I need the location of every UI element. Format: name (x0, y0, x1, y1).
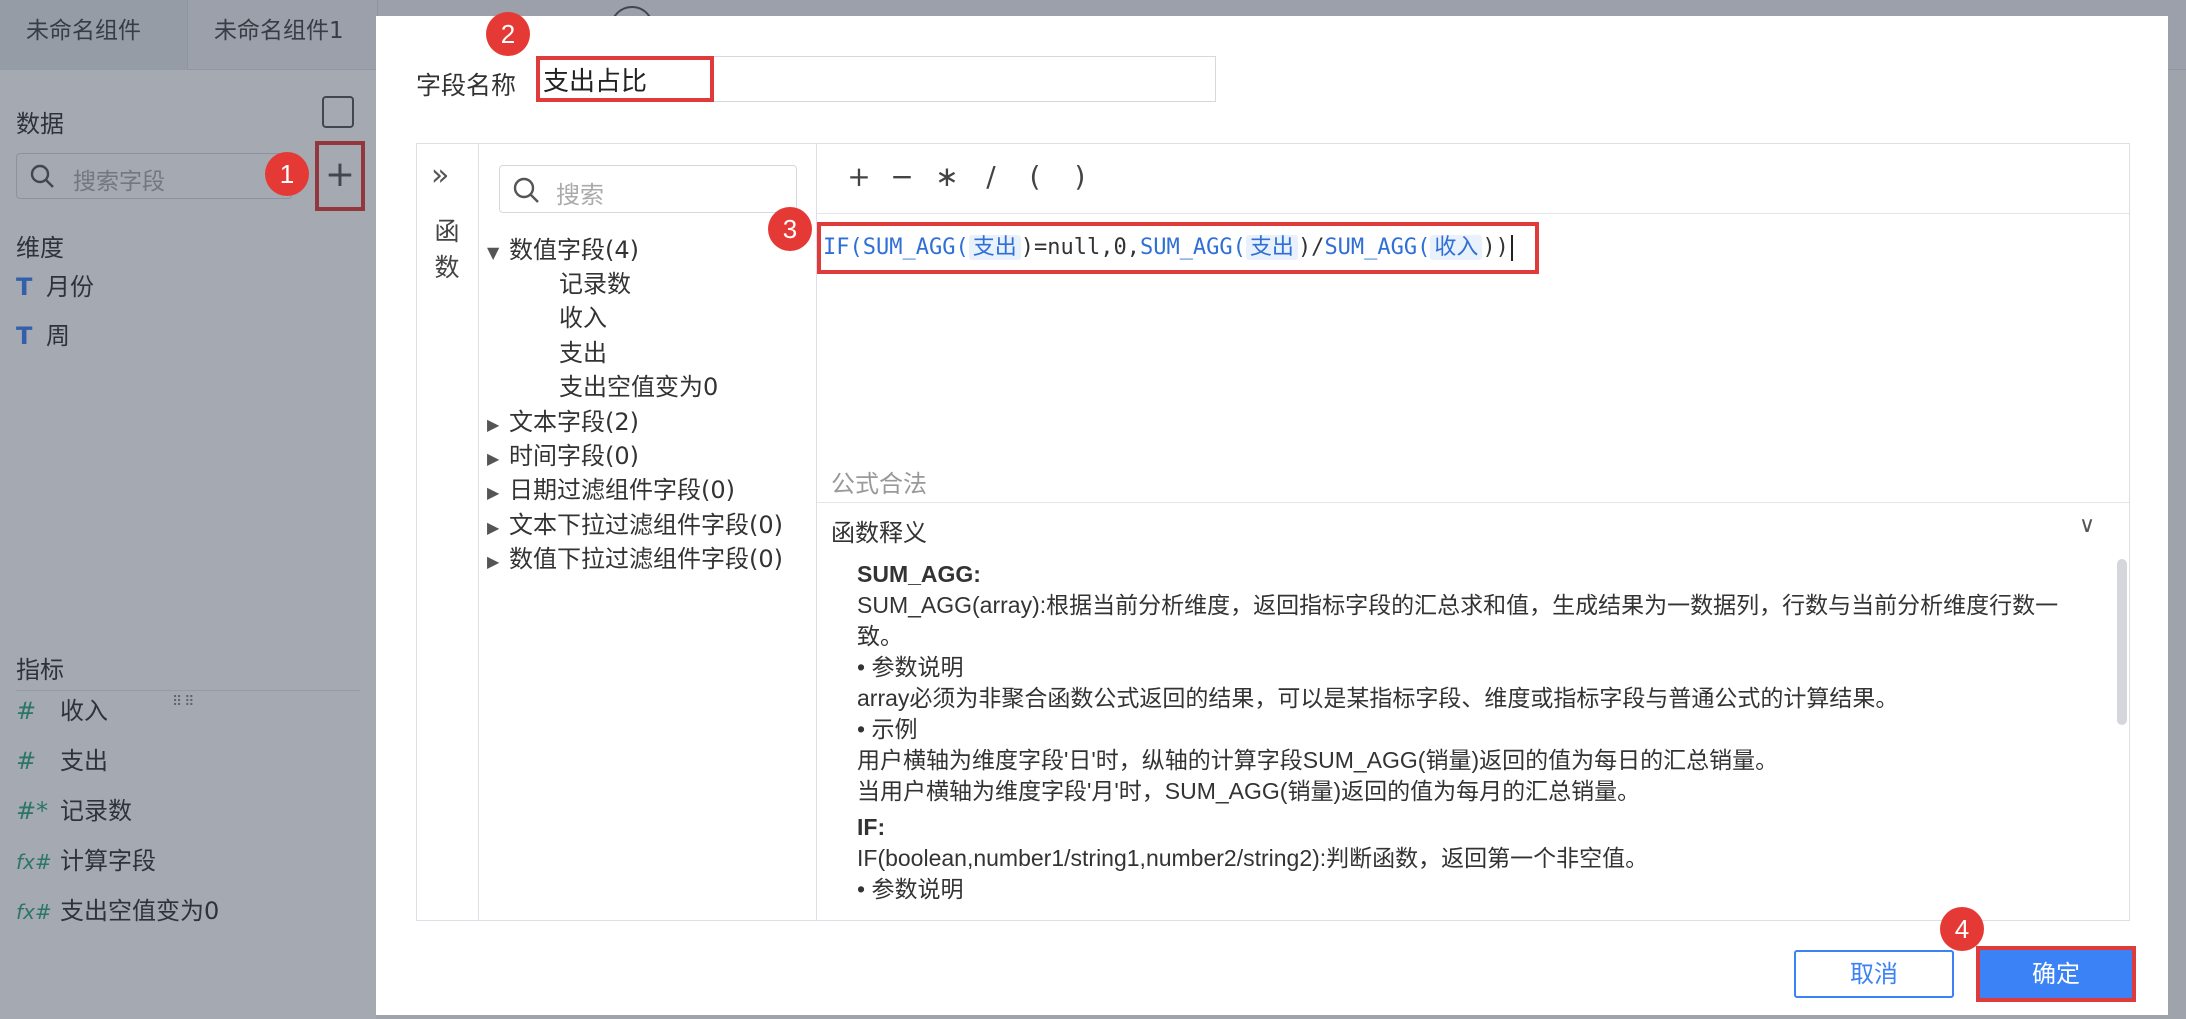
close-paren-button[interactable]: ) (1060, 160, 1100, 193)
function-explanation-panel: 函数释义 ∨ SUM_AGG: SUM_AGG(array):根据当前分析维度，… (817, 502, 2129, 920)
formula-code-area[interactable]: IF(SUM_AGG(支出)=null,0,SUM_AGG(支出)/SUM_AG… (817, 214, 2129, 482)
operator-toolbar: + − ∗ / ( ) (817, 144, 2129, 214)
group-label: 时间字段(0) (509, 442, 639, 470)
open-paren-button[interactable]: ( (1015, 160, 1055, 193)
formula-highlight (817, 222, 1539, 274)
search-icon (513, 177, 539, 203)
group-label: 日期过滤组件字段(0) (509, 476, 735, 504)
group-numeric-fields[interactable]: ▼ 数值字段(4) (487, 232, 639, 268)
cancel-button[interactable]: 取消 (1794, 950, 1954, 998)
example-text: 当用户横轴为维度字段'月'时，SUM_AGG(销量)返回的值为每月的汇总销量。 (857, 778, 1641, 804)
param-heading: • 参数说明 (857, 654, 964, 680)
formula-editor: » 函数 搜索 ▼ 数值字段(4) 记录数 收入 支出 支出空值变为0 ▶ 文本字段… (416, 143, 2130, 921)
formula-validation-message: 公式合法 (831, 470, 927, 498)
caret-down-icon: ▼ (487, 243, 500, 262)
param-description: array必须为非聚合函数公式返回的结果，可以是某指标字段、维度或指标字段与普通… (857, 685, 1899, 711)
function-description: SUM_AGG(array):根据当前分析维度，返回指标字段的汇总求和值，生成结… (857, 592, 2059, 649)
formula-pane: + − ∗ / ( ) IF(SUM_AGG(支出)=null,0,SUM_AG… (817, 144, 2129, 920)
function-rail[interactable]: » 函数 (417, 144, 479, 920)
field-list-pane: 搜索 ▼ 数值字段(4) 记录数 收入 支出 支出空值变为0 ▶ 文本字段(2) ▶… (479, 144, 817, 920)
field-search-placeholder: 搜索 (556, 181, 604, 209)
group-time-fields[interactable]: ▶ 时间字段(0) (487, 438, 639, 474)
group-number-dropdown-fields[interactable]: ▶ 数值下拉过滤组件字段(0) (487, 541, 783, 577)
multiply-operator-button[interactable]: ∗ (927, 160, 967, 193)
field-name-highlight (536, 56, 714, 102)
example-text: 用户横轴为维度字段'日'时，纵轴的计算字段SUM_AGG(销量)返回的值为每日的… (857, 747, 1779, 773)
field-list-search[interactable]: 搜索 (499, 165, 797, 213)
group-date-filter-fields[interactable]: ▶ 日期过滤组件字段(0) (487, 472, 735, 508)
function-name: SUM_AGG: (857, 561, 981, 587)
expand-functions-icon[interactable]: » (431, 158, 449, 193)
caret-right-icon: ▶ (487, 483, 500, 502)
step-badge-1: 1 (265, 152, 309, 196)
field-item[interactable]: 支出空值变为0 (559, 369, 718, 405)
group-text-dropdown-fields[interactable]: ▶ 文本下拉过滤组件字段(0) (487, 507, 783, 543)
function-description: IF(boolean,number1/string1,number2/strin… (857, 845, 1649, 871)
group-label: 数值下拉过滤组件字段(0) (509, 545, 783, 573)
explanation-scrollbar[interactable] (2117, 559, 2127, 725)
example-heading: • 示例 (857, 716, 918, 742)
step-badge-3: 3 (768, 207, 812, 251)
collapse-chevron-icon[interactable]: ∨ (2079, 513, 2095, 538)
function-name: IF: (857, 814, 886, 840)
group-label: 文本下拉过滤组件字段(0) (509, 511, 783, 539)
group-label: 文本字段(2) (509, 408, 639, 436)
calculated-field-dialog: 字段名称 » 函数 搜索 ▼数值字段(4) 记录数 收入 支出 支出空值变为0 … (376, 16, 2168, 1015)
group-text-fields[interactable]: ▶ 文本字段(2) (487, 404, 639, 440)
field-item[interactable]: 支出 (559, 335, 607, 371)
field-item[interactable]: 收入 (559, 300, 607, 336)
divide-operator-button[interactable]: / (971, 160, 1011, 193)
explanation-title: 函数释义 (831, 519, 927, 547)
group-label: 数值字段(4) (509, 236, 639, 264)
step-badge-2: 2 (486, 12, 530, 56)
step-badge-4: 4 (1940, 907, 1984, 951)
function-rail-label: 函数 (434, 217, 460, 282)
plus-operator-button[interactable]: + (839, 160, 879, 193)
minus-operator-button[interactable]: − (882, 160, 922, 193)
field-item[interactable]: 记录数 (559, 266, 631, 302)
confirm-button[interactable]: 确定 (1976, 946, 2136, 1002)
param-heading: • 参数说明 (857, 876, 964, 902)
explanation-body[interactable]: SUM_AGG: SUM_AGG(array):根据当前分析维度，返回指标字段的… (857, 559, 2097, 917)
field-name-label: 字段名称 (416, 71, 517, 100)
caret-right-icon: ▶ (487, 552, 500, 571)
